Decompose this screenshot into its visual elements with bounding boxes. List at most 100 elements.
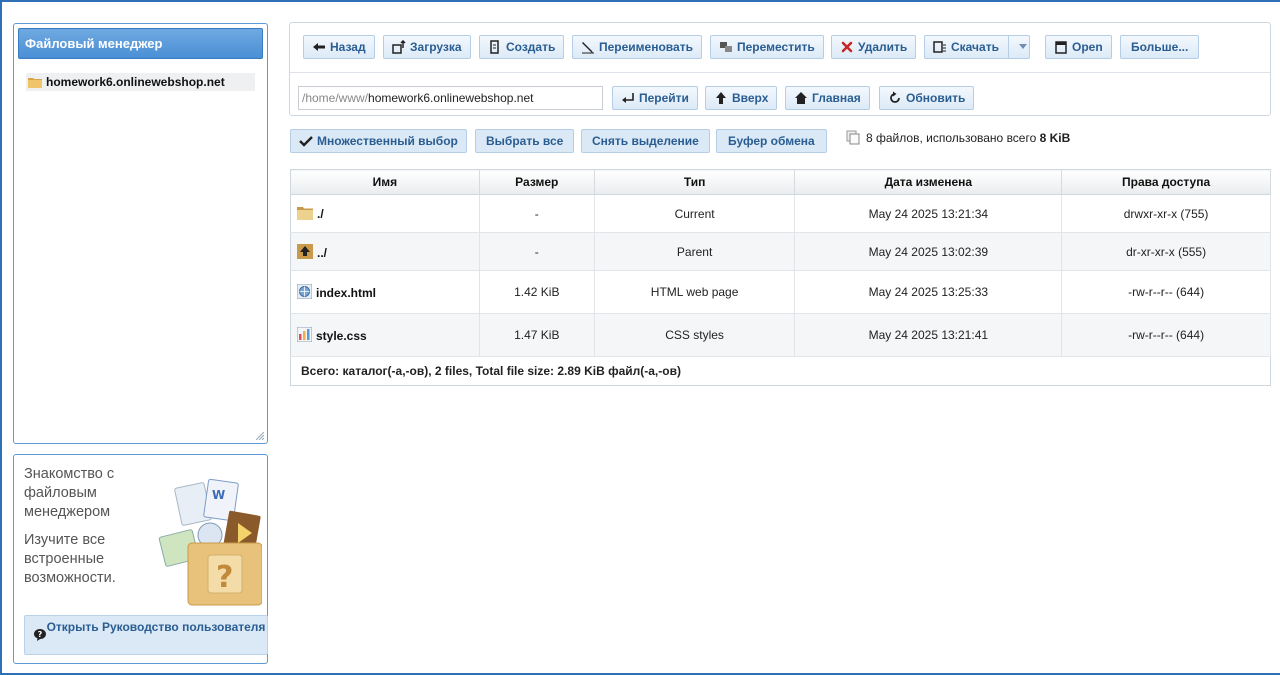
file-date: May 24 2025 13:21:34 — [794, 194, 1063, 233]
help-art-question-mark: ? — [216, 560, 233, 595]
file-type: Current — [594, 194, 796, 233]
file-count-status: 8 файлов, использовано всего 8 KiB — [846, 130, 1070, 146]
file-name[interactable]: ../ — [317, 246, 327, 260]
open-user-guide-label: Открыть Руководство пользователя — [46, 620, 266, 634]
table-row[interactable]: style.css 1.47 KiB CSS styles May 24 202… — [290, 313, 1271, 357]
parent-folder-icon — [297, 243, 313, 259]
file-name[interactable]: style.css — [316, 329, 367, 343]
folder-icon — [28, 78, 42, 88]
path-value: homework6.onlinewebshop.net — [368, 91, 534, 105]
upload-icon — [392, 40, 406, 54]
arrow-left-icon — [313, 43, 325, 51]
upload-button[interactable]: Загрузка — [383, 35, 471, 59]
svg-text:W: W — [212, 488, 225, 502]
file-size: 1.47 KiB — [479, 313, 595, 357]
status-size: 8 KiB — [1039, 131, 1071, 145]
create-button[interactable]: Создать — [479, 35, 565, 59]
file-date: May 24 2025 13:02:39 — [794, 232, 1063, 271]
toolbar-divider — [290, 72, 1270, 73]
table-row[interactable]: ./ - Current May 24 2025 13:21:34 drwxr-… — [290, 194, 1271, 233]
file-perms[interactable]: -rw-r--r-- (644) — [1061, 313, 1271, 357]
open-user-guide-button[interactable]: ? Открыть Руководство пользователя — [24, 615, 268, 655]
back-label: Назад — [330, 40, 366, 54]
table-footer-summary: Всего: каталог(-а,-ов), 2 files, Total f… — [301, 364, 681, 378]
file-perms[interactable]: drwxr-xr-x (755) — [1061, 194, 1271, 233]
table-row[interactable]: ../ - Parent May 24 2025 13:02:39 dr-xr-… — [290, 232, 1271, 271]
go-arrow-icon — [622, 93, 634, 103]
more-label: Больше... — [1131, 40, 1189, 54]
rename-label: Переименовать — [599, 40, 693, 54]
file-type: CSS styles — [594, 313, 796, 357]
path-input[interactable]: /home/www/homework6.onlinewebshop.net — [298, 86, 603, 110]
tree-panel-title: Файловый менеджер — [18, 28, 263, 59]
open-label: Open — [1072, 40, 1103, 54]
download-label: Скачать — [951, 40, 999, 54]
select-all-button[interactable]: Выбрать все — [475, 129, 575, 153]
help-panel: Знакомство с файловым менеджером Изучите… — [13, 454, 268, 664]
download-dropdown-toggle[interactable] — [1012, 36, 1034, 58]
tree-item-root[interactable]: homework6.onlinewebshop.net — [26, 73, 255, 91]
column-header-name[interactable]: Имя — [290, 169, 480, 195]
column-header-size[interactable]: Размер — [479, 169, 595, 195]
file-perms[interactable]: dr-xr-xr-x (555) — [1061, 232, 1271, 271]
select-all-label: Выбрать все — [486, 134, 564, 148]
move-icon — [720, 42, 732, 52]
download-icon — [933, 41, 946, 53]
question-bubble-icon: ? — [34, 629, 46, 641]
move-button[interactable]: Переместить — [710, 35, 824, 59]
file-name[interactable]: ./ — [317, 207, 324, 221]
caret-down-icon — [1019, 44, 1027, 49]
back-button[interactable]: Назад — [303, 35, 375, 59]
column-header-date[interactable]: Дата изменена — [794, 169, 1063, 195]
file-perms[interactable]: -rw-r--r-- (644) — [1061, 270, 1271, 314]
html-file-icon — [297, 284, 312, 299]
folder-tree-panel: Файловый менеджер homework6.onlinewebsho… — [13, 23, 268, 444]
file-size: - — [479, 232, 595, 271]
resize-grip-icon[interactable] — [256, 432, 264, 440]
move-label: Переместить — [737, 40, 815, 54]
file-type: HTML web page — [594, 270, 796, 314]
tree-item-label: homework6.onlinewebshop.net — [46, 75, 225, 89]
delete-label: Удалить — [858, 40, 908, 54]
file-size: - — [479, 194, 595, 233]
table-row[interactable]: index.html 1.42 KiB HTML web page May 24… — [290, 270, 1271, 314]
home-button[interactable]: Главная — [785, 86, 870, 110]
go-button[interactable]: Перейти — [612, 86, 698, 110]
rename-button[interactable]: Переименовать — [572, 35, 702, 59]
download-split-divider — [1008, 36, 1009, 58]
files-stack-icon — [846, 130, 860, 145]
file-type: Parent — [594, 232, 796, 271]
deselect-button[interactable]: Снять выделение — [581, 129, 710, 153]
clipboard-button[interactable]: Буфер обмена — [716, 129, 827, 153]
table-footer-row: Всего: каталог(-а,-ов), 2 files, Total f… — [291, 357, 1271, 386]
table-header-row: Имя Размер Тип Дата изменена Права досту… — [290, 169, 1271, 195]
up-label: Вверх — [732, 91, 769, 105]
documents-illustration-icon: W ? — [158, 478, 262, 606]
refresh-button[interactable]: Обновить — [879, 86, 975, 110]
refresh-label: Обновить — [906, 91, 966, 105]
arrow-up-icon — [716, 92, 726, 104]
more-button[interactable]: Больше... — [1120, 35, 1200, 59]
create-label: Создать — [506, 40, 556, 54]
file-name[interactable]: index.html — [316, 286, 376, 300]
multi-select-button[interactable]: Множественный выбор — [290, 129, 467, 153]
help-subtitle: Изучите все встроенные возможности. — [24, 532, 116, 586]
home-label: Главная — [812, 91, 861, 105]
column-header-perms[interactable]: Права доступа — [1061, 169, 1271, 195]
help-title: Знакомство с файловым менеджером — [24, 466, 115, 520]
refresh-icon — [890, 91, 900, 103]
file-table: Имя Размер Тип Дата изменена Права досту… — [290, 169, 1271, 386]
go-label: Перейти — [639, 91, 689, 105]
column-header-type[interactable]: Тип — [594, 169, 796, 195]
delete-x-icon — [841, 41, 853, 53]
open-button[interactable]: Open — [1045, 35, 1112, 59]
up-button[interactable]: Вверх — [705, 86, 778, 110]
status-text: 8 файлов, использовано всего — [866, 131, 1040, 145]
path-prefix: /home/www/ — [302, 91, 369, 105]
css-file-icon — [297, 327, 312, 342]
pencil-icon — [582, 42, 594, 54]
clipboard-label: Буфер обмена — [728, 134, 815, 148]
deselect-label: Снять выделение — [592, 134, 699, 148]
delete-button[interactable]: Удалить — [831, 35, 917, 59]
checkmark-icon — [299, 136, 313, 147]
